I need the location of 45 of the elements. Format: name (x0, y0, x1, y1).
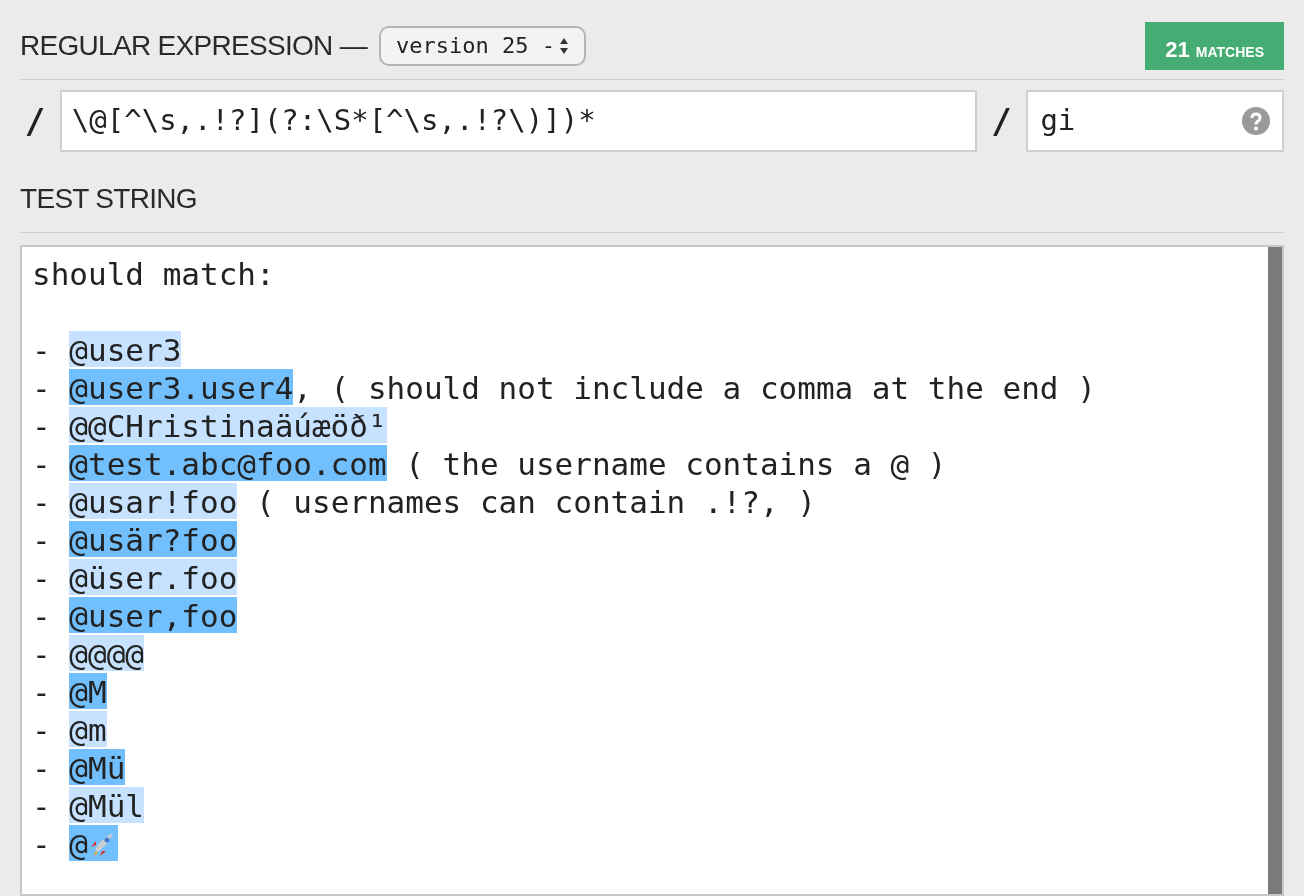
match-highlight: @üser.foo (69, 559, 238, 595)
match-count: 21 (1165, 35, 1190, 64)
test-text: - (32, 560, 52, 596)
test-text: - (32, 522, 52, 558)
test-text: should match: (32, 256, 275, 292)
match-highlight: @m (69, 711, 107, 747)
match-highlight: @ (69, 825, 118, 861)
match-label: MATCHES (1195, 42, 1264, 62)
test-text: ( the username contains a @ ) (404, 446, 947, 482)
test-text: - (32, 408, 52, 444)
test-text: - (32, 370, 52, 406)
match-highlight: @Mül (69, 787, 144, 823)
match-highlight: @Mü (69, 749, 126, 785)
flags-input[interactable]: gi (1026, 90, 1284, 152)
test-text: - (32, 712, 52, 748)
test-text: - (32, 446, 52, 482)
match-highlight: @@@@ (69, 635, 144, 671)
section-title: TEST STRING (20, 182, 197, 216)
updown-icon (558, 36, 569, 55)
regex-delimiter: / (990, 99, 1013, 143)
test-text: - (32, 636, 52, 672)
match-highlight: @user,foo (69, 597, 238, 633)
help-icon[interactable] (1242, 107, 1270, 135)
test-text: - (32, 332, 52, 368)
regex-delimiter: / (23, 99, 47, 143)
test-text: - (32, 750, 52, 786)
test-text: - (32, 484, 52, 520)
match-highlight: @M (69, 673, 107, 709)
test-text: ( usernames can contain .!?, ) (254, 484, 816, 520)
match-highlight: @user3.user4 (69, 369, 294, 405)
test-text: - (32, 788, 52, 824)
test-text: , ( should not include a comma at the end ) (293, 370, 1096, 406)
regex-input[interactable]: \@[^\s,.!?](?:\S*[^\s,.!?\)])* (59, 90, 977, 152)
match-highlight: @usar!foo (69, 483, 238, 519)
test-string-area[interactable] (20, 245, 1284, 896)
match-highlight: @usär?foo (69, 521, 238, 557)
test-text: - (32, 826, 52, 862)
match-highlight: @test.abc@foo.com (69, 445, 387, 481)
test-text: - (32, 674, 52, 710)
version-select[interactable]: version 25 - (379, 25, 586, 66)
section-title: REGULAR EXPRESSION — (20, 28, 367, 63)
scrollbar-thumb[interactable] (1268, 247, 1282, 894)
match-highlight: @user3 (69, 331, 182, 367)
test-text: - (32, 598, 52, 634)
match-highlight: @@CHristinaäúæöð¹ (69, 407, 387, 443)
